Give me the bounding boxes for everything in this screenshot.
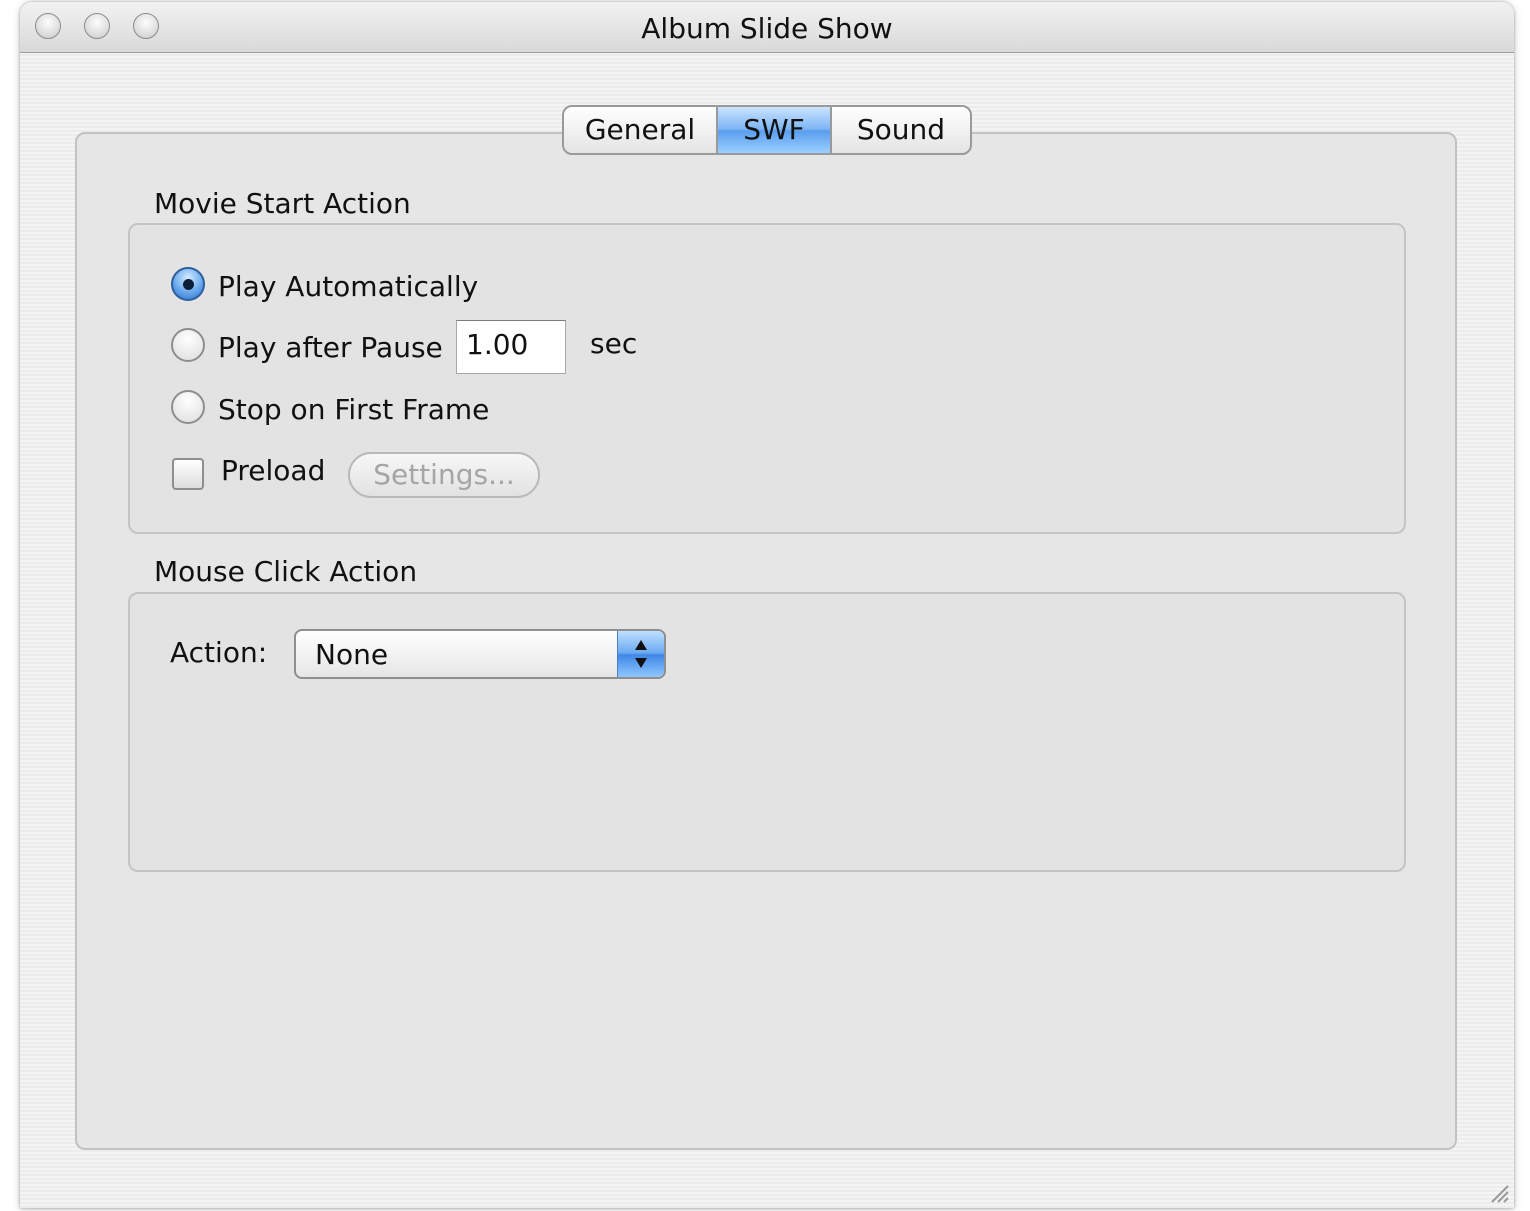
stop-on-first-frame-radio[interactable] (171, 390, 205, 424)
popup-arrows-glyph (635, 640, 647, 668)
play-automatically-label[interactable]: Play Automatically (218, 270, 478, 303)
tab-sound[interactable]: Sound (832, 107, 970, 153)
popup-arrows-icon (617, 631, 664, 677)
window-title: Album Slide Show (641, 12, 893, 45)
play-after-pause-label[interactable]: Play after Pause (218, 331, 443, 364)
title-bar[interactable]: Album Slide Show (20, 2, 1514, 53)
preload-checkbox[interactable] (172, 458, 204, 490)
play-after-pause-radio[interactable] (171, 328, 205, 362)
pause-seconds-field[interactable]: 1.00 (456, 320, 566, 374)
settings-button[interactable]: Settings... (348, 452, 540, 498)
tab-bar: General SWF Sound (562, 105, 972, 155)
play-automatically-radio[interactable] (171, 267, 205, 301)
pause-unit-label: sec (590, 327, 638, 360)
album-slide-show-window: Album Slide Show General SWF Sound Movie… (20, 2, 1514, 1208)
resize-grip-icon[interactable] (1486, 1180, 1510, 1204)
action-label: Action: (170, 636, 268, 669)
stop-on-first-frame-label[interactable]: Stop on First Frame (218, 393, 489, 426)
movie-start-action-heading: Movie Start Action (154, 187, 411, 220)
action-popup-value: None (315, 638, 389, 671)
tab-swf[interactable]: SWF (718, 107, 832, 153)
radio-selected-dot (182, 278, 194, 290)
preload-label[interactable]: Preload (221, 454, 325, 487)
mouse-click-action-heading: Mouse Click Action (154, 555, 418, 588)
tab-general[interactable]: General (564, 107, 718, 153)
action-popup-button[interactable]: None (294, 629, 666, 679)
